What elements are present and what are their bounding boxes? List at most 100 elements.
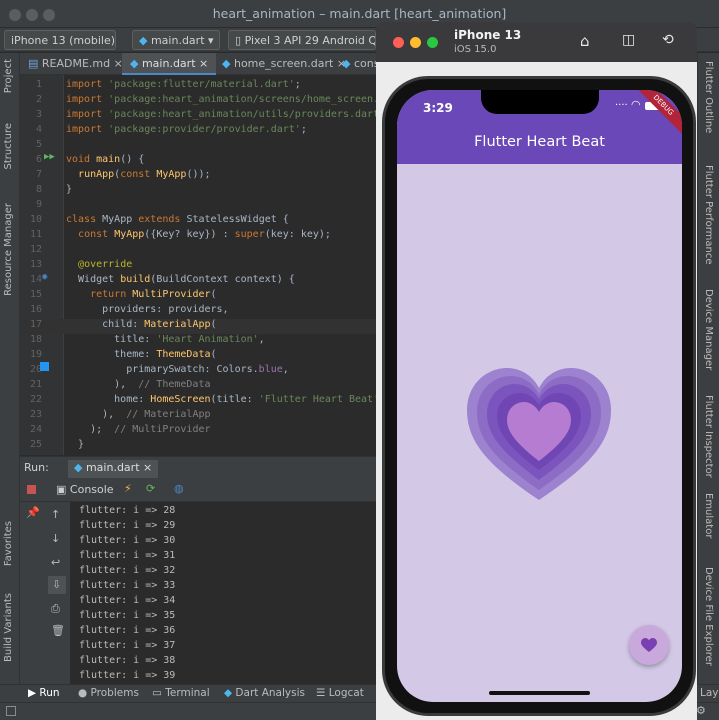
tool-flutter-performance[interactable]: Flutter Performance <box>703 165 714 265</box>
code-text: runApp(const MyApp()); <box>78 169 211 180</box>
console-line: flutter: i => 37 <box>79 640 176 651</box>
code-line: 25 } <box>20 439 380 454</box>
tab-main-dart[interactable]: ◆ main.dart × <box>122 53 217 75</box>
rotate-icon[interactable]: ⟲ <box>662 32 674 48</box>
console-output[interactable]: flutter: i => 28 flutter: i => 29 flutter:… <box>70 502 380 684</box>
line-number: 17 <box>29 319 42 330</box>
code-line: 22 home: HomeScreen(title: 'Flutter Hear… <box>20 394 380 409</box>
code-line: 20 primarySwatch: Colors.blue, <box>20 364 380 379</box>
bottom-tab-terminal[interactable]: ▭ Terminal <box>152 687 210 699</box>
settings-icon[interactable]: ⚙ <box>696 704 706 717</box>
console-line: flutter: i => 36 <box>79 625 176 636</box>
code-text: } <box>66 439 85 450</box>
code-text: ), // ThemeData <box>66 379 211 390</box>
bottom-tab-logcat[interactable]: ☰ Logcat <box>316 687 364 699</box>
line-number: 21 <box>29 379 42 390</box>
bottom-tab-run-label: Run <box>39 687 60 699</box>
run-config-select[interactable]: ◆ main.dart ▾ <box>132 30 220 50</box>
tool-device-file-explorer[interactable]: Device File Explorer <box>703 567 714 666</box>
tool-build-variants[interactable]: Build Variants <box>3 593 14 662</box>
sim-zoom-button[interactable] <box>427 37 438 48</box>
run-config-label: main.dart <box>150 34 205 47</box>
code-line: 21 ), // ThemeData <box>20 379 380 394</box>
code-editor[interactable]: 1 import 'package:flutter/material.dart';… <box>20 75 380 455</box>
code-line: 8} <box>20 184 380 199</box>
console-tab[interactable]: ▣ Console <box>56 483 114 496</box>
sim-minimize-button[interactable] <box>410 37 421 48</box>
layout-toggle-icon[interactable] <box>6 706 16 716</box>
line-number: 24 <box>29 424 42 435</box>
code-text: ), // MaterialApp <box>66 409 211 420</box>
color-swatch-icon[interactable] <box>40 362 49 371</box>
trash-icon[interactable]: 🗑 <box>51 624 65 637</box>
screenshot-icon[interactable]: ◫ <box>622 32 635 48</box>
bottom-tab-layout-label: Lay <box>700 687 719 699</box>
tool-emulator[interactable]: Emulator <box>703 493 714 538</box>
console-line: flutter: i => 29 <box>79 520 176 531</box>
console-line: flutter: i => 32 <box>79 565 176 576</box>
device-select[interactable]: iPhone 13 (mobile) ▾ <box>4 30 116 50</box>
tool-favorites[interactable]: Favorites <box>3 521 14 566</box>
code-text: import 'package:heart_animation/utils/pr… <box>66 109 380 120</box>
scroll-down-icon[interactable]: ↓ <box>51 532 60 545</box>
devtools-icon[interactable]: ◍ <box>174 482 184 495</box>
line-number: 7 <box>35 169 42 180</box>
code-text: const MyApp({Key? key}) : super(key: key… <box>78 229 331 240</box>
soft-wrap-icon[interactable]: ↩ <box>51 556 60 569</box>
run-gutter-icon[interactable]: ▶▶ <box>44 152 55 162</box>
bottom-tab-terminal-label: Terminal <box>165 687 210 699</box>
close-icon[interactable]: × <box>143 461 152 474</box>
tab-label: home_screen.dart <box>233 57 334 70</box>
stop-icon[interactable] <box>27 485 36 494</box>
override-gutter-icon[interactable]: ◉ <box>42 272 47 282</box>
run-config-tab-label: main.dart <box>85 461 140 474</box>
line-number: 9 <box>35 199 42 210</box>
sim-close-button[interactable] <box>393 37 404 48</box>
phone-screen[interactable]: 3:29 ···· ◠ Flutter Heart Beat DEBUG <box>397 90 682 702</box>
left-tool-strip: Project Structure Resource Manager Favor… <box>0 53 20 720</box>
info-icon: ● <box>78 687 88 699</box>
line-number: 12 <box>29 244 42 255</box>
code-text: } <box>66 184 73 195</box>
home-icon[interactable]: ⌂ <box>580 32 590 50</box>
tab-home-screen[interactable]: ◆ home_screen.dart × <box>214 53 354 75</box>
hot-reload-icon[interactable]: ⚡ <box>124 482 132 495</box>
line-number: 14 <box>29 274 42 285</box>
code-line: 10 class MyApp extends StatelessWidget { <box>20 214 380 229</box>
tool-structure[interactable]: Structure <box>3 123 14 170</box>
close-icon[interactable]: × <box>199 57 208 70</box>
tool-project[interactable]: Project <box>3 59 14 93</box>
run-config-tab[interactable]: ◆ main.dart × <box>68 460 159 479</box>
code-text: ); // MultiProvider <box>66 424 211 435</box>
code-line: 4 import 'package:provider/provider.dart'… <box>20 124 380 139</box>
print-icon[interactable]: ⎙ <box>51 602 60 616</box>
tab-label: main.dart <box>141 57 196 70</box>
code-line: 9 <box>20 199 380 214</box>
emulator-select[interactable]: ▯ Pixel 3 API 29 Android Q - <box>228 30 376 50</box>
tab-readme[interactable]: ▤ README.md × <box>20 53 131 75</box>
scroll-to-end-icon[interactable]: ⇩ <box>48 576 66 594</box>
bottom-tab-layout[interactable]: Lay <box>700 687 719 699</box>
bottom-tab-problems[interactable]: ● Problems <box>78 687 139 699</box>
window-title: heart_animation – main.dart [heart_anima… <box>212 6 507 21</box>
line-number: 10 <box>29 214 42 225</box>
tool-flutter-inspector[interactable]: Flutter Inspector <box>703 395 714 478</box>
code-text: return MultiProvider( <box>90 289 217 300</box>
bottom-tab-run[interactable]: ▶ Run <box>28 687 60 699</box>
tool-resource-manager[interactable]: Resource Manager <box>3 203 14 296</box>
pin-icon[interactable]: 📌 <box>26 506 40 519</box>
line-number: 1 <box>35 79 42 90</box>
bottom-tab-logcat-label: Logcat <box>328 687 364 699</box>
line-number: 22 <box>29 394 42 405</box>
bottom-tab-dart-analysis[interactable]: ◆ Dart Analysis <box>224 687 305 699</box>
home-indicator <box>489 691 590 695</box>
code-text: home: HomeScreen(title: 'Flutter Heart B… <box>66 394 380 405</box>
console-icon: ▣ <box>56 483 67 496</box>
hot-restart-icon[interactable]: ⟳ <box>146 482 155 495</box>
tool-device-manager[interactable]: Device Manager <box>703 289 714 370</box>
line-number: 18 <box>29 334 42 345</box>
heart-fab-button[interactable] <box>629 625 669 665</box>
scroll-up-icon[interactable]: ↑ <box>51 508 60 521</box>
tool-flutter-outline[interactable]: Flutter Outline <box>703 61 714 133</box>
code-text: primarySwatch: Colors.blue, <box>66 364 289 375</box>
